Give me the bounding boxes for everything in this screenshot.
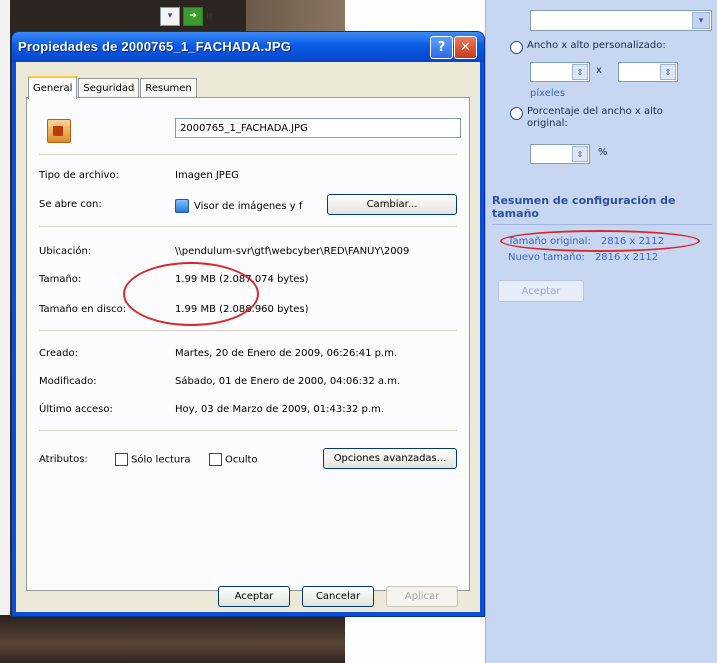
height-input[interactable]: ⇕: [618, 62, 678, 82]
modified-label: Modificado:: [39, 376, 97, 387]
times-label: x: [596, 65, 602, 76]
advanced-options-button[interactable]: Opciones avanzadas...: [323, 448, 457, 469]
tab-security[interactable]: Seguridad: [78, 78, 140, 97]
summary-section-title: Resumen de configuración de tamaño: [492, 194, 676, 220]
location-label: Ubicación:: [39, 246, 92, 257]
spinner-icon[interactable]: ⇕: [572, 146, 588, 162]
tab-general[interactable]: General: [28, 76, 78, 99]
file-type-value: Imagen JPEG: [175, 170, 239, 181]
dialog-body: General Seguridad Resumen 2000765_1_FACH…: [16, 62, 480, 612]
chevron-down-icon[interactable]: ▾: [160, 6, 180, 26]
explorer-toolbar: ▾ ➜ Ir: [160, 6, 213, 26]
width-input[interactable]: ⇕: [530, 62, 590, 82]
go-arrow-icon[interactable]: ➜: [183, 6, 203, 26]
modified-value: Sábado, 01 de Enero de 2000, 04:06:32 a.…: [175, 376, 401, 387]
change-button[interactable]: Cambiar...: [327, 194, 457, 215]
apply-button[interactable]: Aplicar: [386, 586, 458, 607]
background-photo-bottom: [0, 615, 345, 663]
file-type-label: Tipo de archivo:: [39, 170, 119, 181]
ok-button[interactable]: Aceptar: [218, 586, 290, 607]
created-label: Creado:: [39, 348, 78, 359]
cancel-button[interactable]: Cancelar: [302, 586, 374, 607]
location-value: \\pendulum-svr\gtf\webcyber\RED\FANUY\20…: [175, 246, 410, 257]
radio-percent[interactable]: [510, 107, 523, 120]
image-viewer-icon: [175, 199, 189, 213]
opens-with-label: Se abre con:: [39, 199, 102, 210]
size-value: 1.99 MB (2.087.074 bytes): [175, 274, 309, 285]
custom-size-label: Ancho x alto personalizado:: [527, 40, 666, 51]
new-size-row: Nuevo tamaño: 2816 x 2112: [508, 252, 658, 263]
readonly-label: Sólo lectura: [131, 454, 191, 466]
file-name-field[interactable]: 2000765_1_FACHADA.JPG: [175, 118, 461, 138]
size-on-disk-value: 1.99 MB (2.088.960 bytes): [175, 304, 309, 315]
size-dropdown[interactable]: ▾: [530, 10, 712, 31]
custom-size-option[interactable]: Ancho x alto personalizado:: [510, 40, 666, 54]
tab-strip: General Seguridad Resumen: [28, 76, 198, 99]
resize-task-pane: ▾ Ancho x alto personalizado: ⇕ x ⇕ píxe…: [485, 0, 717, 663]
hidden-label: Oculto: [225, 454, 258, 466]
accessed-value: Hoy, 03 de Marzo de 2009, 01:43:32 p.m.: [175, 404, 384, 415]
chevron-down-icon[interactable]: ▾: [692, 12, 710, 29]
new-size-value: 2816 x 2112: [594, 252, 659, 263]
percent-input[interactable]: ⇕: [530, 144, 590, 164]
spinner-icon[interactable]: ⇕: [660, 64, 676, 80]
created-value: Martes, 20 de Enero de 2009, 06:26:41 p.…: [175, 348, 398, 359]
help-button[interactable]: ?: [430, 36, 453, 59]
radio-custom[interactable]: [510, 41, 523, 54]
general-panel: 2000765_1_FACHADA.JPG Tipo de archivo: I…: [26, 97, 470, 591]
original-size-row: Tamaño original: 2816 x 2112: [508, 236, 664, 247]
percent-option-label: Porcentaje del ancho x alto original:: [527, 106, 663, 129]
dialog-titlebar[interactable]: Propiedades de 2000765_1_FACHADA.JPG ? ✕: [12, 32, 484, 62]
new-size-label: Nuevo tamaño:: [508, 252, 585, 263]
resize-accept-button[interactable]: Aceptar: [498, 280, 584, 302]
size-label: Tamaño:: [39, 274, 82, 285]
section-divider: [492, 224, 712, 225]
hidden-checkbox-row[interactable]: Oculto: [209, 453, 258, 466]
properties-dialog: Propiedades de 2000765_1_FACHADA.JPG ? ✕…: [12, 32, 484, 616]
opens-with-value: Visor de imágenes y f: [175, 199, 302, 213]
attributes-label: Atributos:: [39, 454, 88, 465]
opens-with-app: Visor de imágenes y f: [194, 201, 303, 212]
dialog-title: Propiedades de 2000765_1_FACHADA.JPG: [18, 39, 292, 54]
size-on-disk-label: Tamaño en disco:: [39, 304, 127, 315]
original-size-value: 2816 x 2112: [600, 236, 665, 247]
readonly-checkbox[interactable]: [115, 453, 128, 466]
hidden-checkbox[interactable]: [209, 453, 222, 466]
tab-summary[interactable]: Resumen: [140, 78, 197, 97]
jpeg-file-icon: [47, 119, 71, 143]
divider: [39, 430, 457, 432]
highlight-oval-size: [123, 262, 259, 326]
left-strip: [0, 0, 10, 663]
percent-option[interactable]: Porcentaje del ancho x alto original:: [510, 106, 706, 130]
spinner-icon[interactable]: ⇕: [572, 64, 588, 80]
percent-sign: %: [598, 147, 608, 158]
divider: [39, 330, 457, 332]
readonly-checkbox-row[interactable]: Sólo lectura: [115, 453, 190, 466]
original-size-label: Tamaño original:: [508, 236, 591, 247]
divider: [39, 226, 457, 228]
divider: [39, 154, 457, 156]
accessed-label: Último acceso:: [39, 404, 113, 415]
close-button[interactable]: ✕: [454, 36, 477, 59]
go-label[interactable]: Ir: [206, 11, 213, 22]
pixels-label: píxeles: [530, 88, 566, 99]
